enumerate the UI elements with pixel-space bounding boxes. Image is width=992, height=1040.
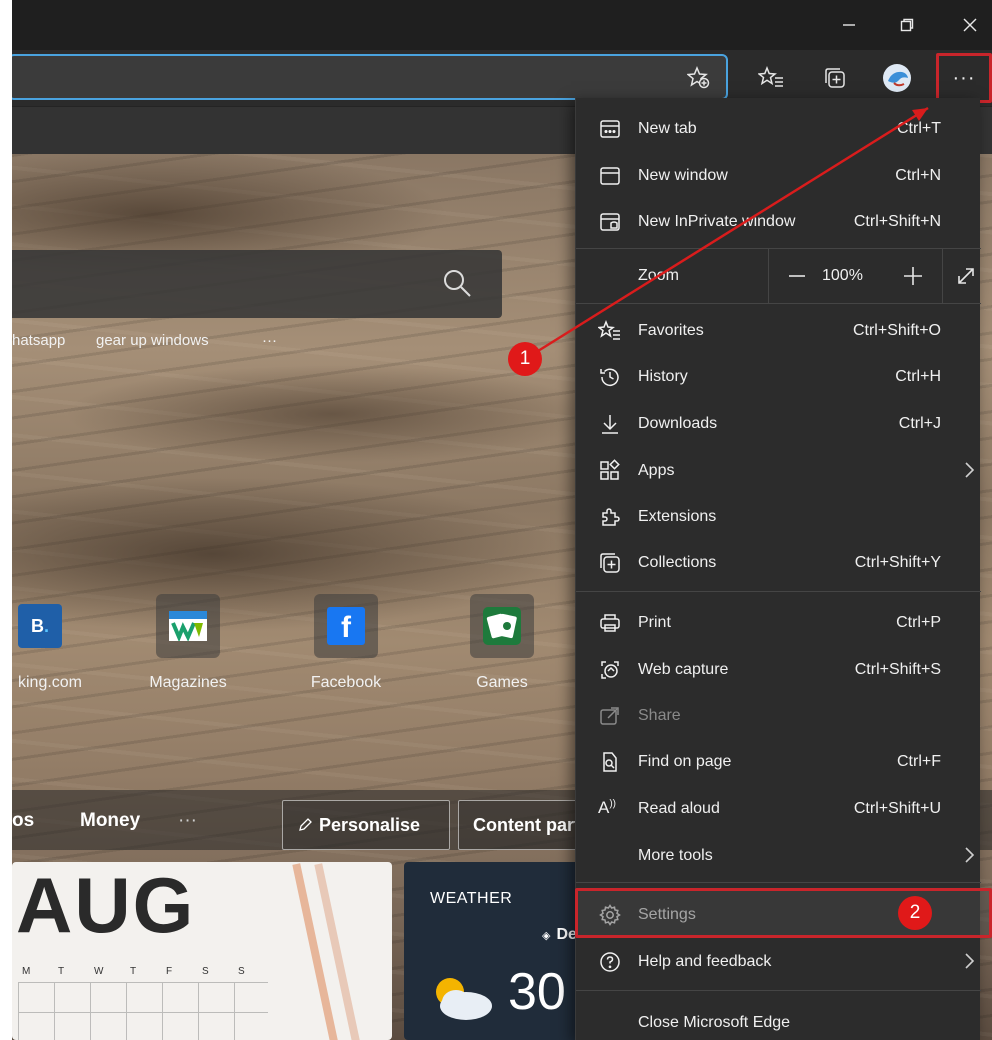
- settings-and-more-button[interactable]: ···: [936, 53, 992, 103]
- gear-icon: [598, 903, 622, 927]
- menu-item-new-tab[interactable]: New tab Ctrl+T: [576, 106, 981, 152]
- menu-item-print[interactable]: Print Ctrl+P: [576, 600, 981, 646]
- download-icon: [598, 412, 622, 436]
- calendar-news-card[interactable]: AUG M T W T F S S: [12, 862, 392, 1040]
- menu-item-more-tools[interactable]: More tools: [576, 833, 981, 879]
- minimize-button[interactable]: [827, 8, 871, 42]
- pencil-icon: [299, 818, 312, 831]
- chevron-right-icon: [963, 461, 975, 484]
- menu-item-favorites[interactable]: Favorites Ctrl+Shift+O: [576, 308, 981, 354]
- personalise-button[interactable]: Personalise: [282, 800, 450, 850]
- apps-icon: [598, 459, 622, 483]
- zoom-row: Zoom 100%: [576, 248, 981, 304]
- minus-icon: [789, 275, 805, 277]
- help-icon: [598, 950, 622, 974]
- close-icon: [963, 18, 977, 32]
- facebook-icon: f: [327, 607, 365, 645]
- menu-item-close-microsoft-edge[interactable]: Close Microsoft Edge: [576, 1000, 981, 1040]
- full-screen-button[interactable]: [952, 259, 980, 293]
- plus-icon: [904, 267, 922, 285]
- zoom-out-button[interactable]: [780, 259, 814, 293]
- quick-link[interactable]: gear up windows: [96, 332, 209, 349]
- magazines-icon: [169, 611, 207, 641]
- favorites-icon: [597, 319, 622, 343]
- games-icon: [483, 607, 521, 645]
- collections-icon: [825, 68, 845, 88]
- address-bar[interactable]: [12, 54, 728, 100]
- step-badge-1: 1: [508, 342, 542, 376]
- menu-item-apps[interactable]: Apps: [576, 448, 981, 494]
- partly-cloudy-icon: [436, 978, 492, 1020]
- news-tab[interactable]: os: [12, 810, 34, 832]
- news-tab-money[interactable]: Money: [80, 810, 140, 832]
- collections-button[interactable]: [818, 62, 852, 94]
- location-icon: ◈: [542, 930, 551, 942]
- new-window-icon: [598, 164, 622, 188]
- content-partially-visible-button[interactable]: Content part: [458, 800, 592, 850]
- menu-item-read-aloud[interactable]: A)) Read aloud Ctrl+Shift+U: [576, 786, 981, 832]
- expand-icon: [958, 268, 974, 284]
- minimize-icon: [843, 24, 855, 26]
- chevron-right-icon: [963, 952, 975, 975]
- menu-item-extensions[interactable]: Extensions: [576, 494, 981, 540]
- share-icon: [598, 704, 622, 728]
- chevron-right-icon: [963, 846, 975, 869]
- web-search-box[interactable]: [12, 250, 502, 318]
- find-icon: [598, 750, 622, 774]
- booking-icon: B.: [18, 604, 62, 648]
- inprivate-icon: [598, 210, 622, 234]
- profile-button[interactable]: [880, 62, 914, 94]
- tile-magazines[interactable]: Magazines: [128, 594, 248, 692]
- weather-location: ◈ De: [542, 926, 577, 943]
- restore-icon: [900, 18, 914, 32]
- news-more-button[interactable]: ···: [178, 810, 197, 832]
- tile-games[interactable]: Games: [442, 594, 562, 692]
- read-aloud-icon: A)): [598, 798, 617, 817]
- zoom-level: 100%: [822, 267, 863, 284]
- close-window-button[interactable]: [948, 8, 992, 42]
- step-badge-2: 2: [898, 896, 932, 930]
- tile-facebook[interactable]: f Facebook: [286, 594, 406, 692]
- weather-temperature: 30: [508, 963, 566, 1021]
- print-icon: [598, 611, 622, 635]
- history-icon: [598, 365, 622, 389]
- collections-icon: [598, 551, 622, 575]
- quick-links-more[interactable]: ···: [262, 332, 277, 349]
- zoom-in-button[interactable]: [896, 259, 930, 293]
- menu-item-new-window[interactable]: New window Ctrl+N: [576, 153, 981, 199]
- menu-item-downloads[interactable]: Downloads Ctrl+J: [576, 401, 981, 447]
- new-tab-icon: [598, 117, 622, 141]
- tile-booking[interactable]: B. king.com: [12, 594, 110, 692]
- weather-title: WEATHER: [430, 890, 513, 907]
- menu-item-collections[interactable]: Collections Ctrl+Shift+Y: [576, 540, 981, 586]
- restore-button[interactable]: [885, 8, 929, 42]
- quick-link[interactable]: hatsapp: [12, 332, 65, 349]
- extensions-icon: [598, 505, 622, 529]
- add-favorite-button[interactable]: [682, 62, 716, 94]
- favorites-button[interactable]: [754, 62, 788, 94]
- menu-item-find-on-page[interactable]: Find on page Ctrl+F: [576, 739, 981, 785]
- menu-item-history[interactable]: History Ctrl+H: [576, 354, 981, 400]
- search-icon[interactable]: [442, 268, 472, 303]
- menu-item-new-inprivate-window[interactable]: New InPrivate window Ctrl+Shift+N: [576, 199, 981, 245]
- favorites-icon: [758, 66, 783, 87]
- calendar-month: AUG: [16, 862, 196, 949]
- menu-item-web-capture[interactable]: Web capture Ctrl+Shift+S: [576, 647, 981, 693]
- title-bar: [12, 0, 992, 50]
- star-add-icon: [687, 66, 710, 89]
- avatar: [883, 64, 911, 92]
- menu-item-help-and-feedback[interactable]: Help and feedback: [576, 939, 981, 985]
- calendar-grid: [18, 982, 268, 1040]
- weather-card[interactable]: WEATHER ◈ De 30: [404, 862, 604, 1040]
- menu-item-share[interactable]: Share: [576, 693, 981, 739]
- web-capture-icon: [598, 658, 622, 682]
